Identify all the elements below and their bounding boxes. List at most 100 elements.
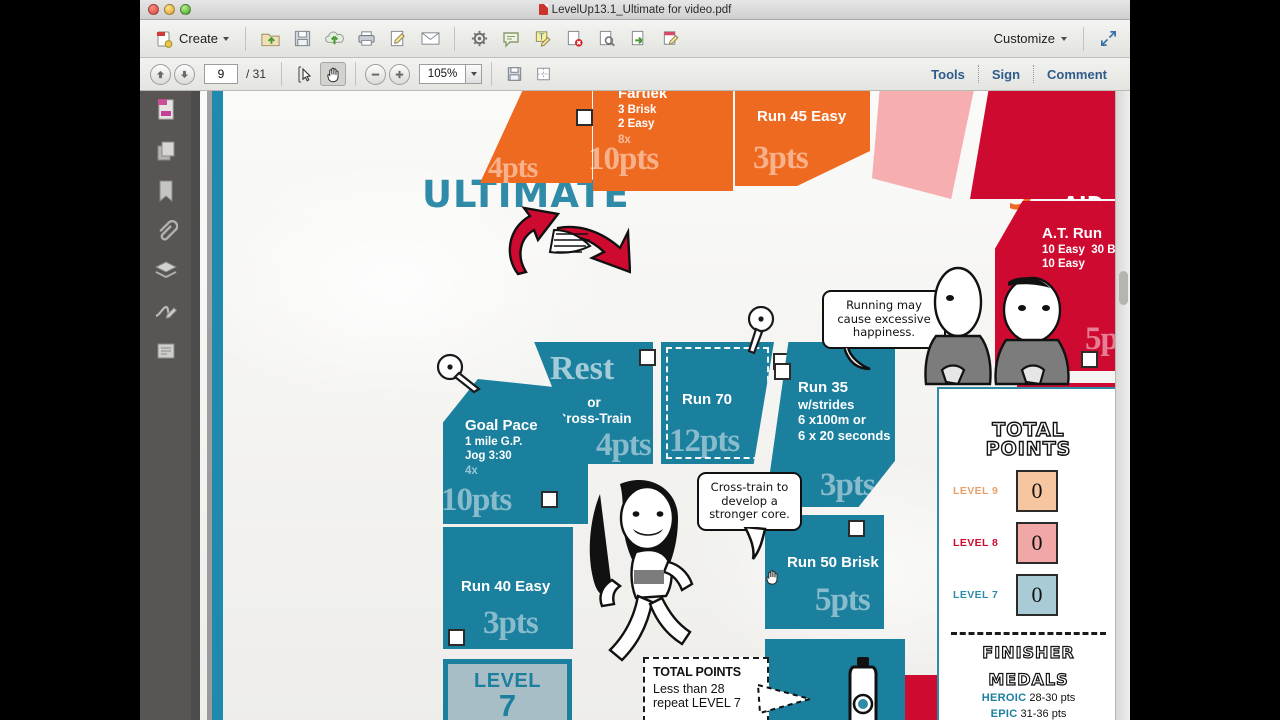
create-button[interactable]: Create	[148, 25, 235, 53]
inspect-page-button[interactable]	[593, 25, 621, 53]
fullscreen-button[interactable]	[1094, 25, 1122, 53]
next-page-button[interactable]	[174, 63, 195, 85]
screen: LevelUp13.1_Ultimate for video.pdf Creat…	[0, 0, 1280, 720]
tile-goal-pace-rep: 4x	[465, 465, 478, 477]
callout-line2: repeat LEVEL 7	[653, 696, 741, 710]
tile-run40easy-points: 3pts	[483, 605, 539, 641]
total-points-callout: TOTAL POINTS Less than 28 repeat LEVEL 7…	[643, 657, 769, 720]
bookmarks-icon	[159, 180, 172, 203]
aid-station-top-tile[interactable]	[970, 91, 1130, 199]
hand-tool-button[interactable]	[320, 62, 347, 86]
level8-value[interactable]: 0	[1016, 521, 1058, 564]
tile-goal-pace-sub: 1 mile G.P. Jog 3:30	[465, 436, 523, 462]
highlight-text-button[interactable]: T	[529, 25, 557, 53]
print-button[interactable]	[352, 25, 380, 53]
sidebar-item-bookmarks[interactable]	[140, 171, 191, 211]
save-snapshot-button[interactable]	[501, 62, 527, 86]
select-tool-button[interactable]	[291, 62, 317, 86]
window-title: LevelUp13.1_Ultimate for video.pdf	[140, 3, 1130, 16]
level-7-badge[interactable]: LEVEL 7 level descriptions click here	[443, 659, 572, 720]
sidebar-item-signatures[interactable]	[140, 291, 191, 331]
open-file-button[interactable]	[256, 25, 284, 53]
chevron-down-icon[interactable]	[223, 36, 230, 41]
tile-rest-blue-points: 4pts	[596, 427, 652, 463]
customize-button[interactable]: Customize	[988, 25, 1073, 53]
medal-heroic-range: 28-30 pts	[1029, 692, 1076, 705]
tile-fartlek-checkbox[interactable]	[576, 109, 593, 126]
upload-cloud-button[interactable]	[320, 25, 348, 53]
fit-page-button[interactable]	[530, 62, 556, 86]
open-file-icon	[260, 33, 280, 46]
sidebar-item-layers[interactable]	[140, 251, 191, 291]
tile-run45easy[interactable]: Run 45 Easy 3pts	[735, 91, 870, 186]
tile-run45easy-points: 3pts	[753, 140, 809, 176]
tile-run50brisk[interactable]: Run 50 Brisk 5pts	[765, 515, 884, 629]
comment-button[interactable]	[497, 25, 525, 53]
tile-fartlek-sub: 3 Brisk 2 Easy	[618, 104, 657, 130]
sidebar-item-pages[interactable]	[140, 131, 191, 171]
callout-line1: Less than 28	[653, 682, 725, 696]
save-button[interactable]	[288, 25, 316, 53]
sign-document-button[interactable]	[384, 25, 412, 53]
bubble-tail-icon	[844, 346, 871, 370]
settings-button[interactable]	[465, 25, 493, 53]
save-icon	[294, 30, 310, 47]
tile-at-run-title: A.T. Run	[1042, 225, 1102, 242]
finisher-medals-line1: FINISHER	[982, 642, 1075, 662]
medal-heroic: HEROIC 28-30 pts	[939, 692, 1118, 704]
sidebar-item-content[interactable]	[140, 331, 191, 371]
layers-icon	[154, 261, 177, 279]
tile-run50brisk-checkbox[interactable]	[848, 520, 865, 537]
tile-fartlek[interactable]: Fartlek 3 Brisk 2 Easy 8x 10pts	[576, 91, 733, 191]
customize-chevron-down-icon[interactable]	[1061, 36, 1067, 41]
level7-label: LEVEL 7	[953, 588, 999, 601]
previous-page-button[interactable]	[150, 63, 171, 85]
vertical-scrollbar-thumb[interactable]	[1119, 271, 1128, 305]
print-icon	[357, 31, 375, 46]
comment-panel-button[interactable]: Comment	[1034, 67, 1120, 82]
tile-top-4pts[interactable]: 4pts	[480, 91, 592, 183]
zoom-in-button[interactable]	[389, 63, 411, 85]
tools-button[interactable]: Tools	[918, 67, 978, 82]
window-title-bar: LevelUp13.1_Ultimate for video.pdf	[140, 0, 1130, 20]
zoom-level-input[interactable]: 105%	[419, 64, 466, 84]
tile-run70[interactable]: Run 70 12pts	[661, 342, 774, 464]
sidebar-item-attachments[interactable]	[140, 211, 191, 251]
delete-page-button[interactable]	[561, 25, 589, 53]
email-icon	[421, 32, 440, 45]
delete-page-icon	[567, 30, 583, 47]
page-thumbnails-icon	[157, 99, 173, 120]
level-badge-number: 7	[498, 688, 517, 720]
sidebar-item-page-thumbnails[interactable]	[140, 91, 191, 131]
level9-value[interactable]: 0	[1016, 469, 1058, 512]
export-page-button[interactable]	[625, 25, 653, 53]
sign-button[interactable]: Sign	[979, 67, 1033, 82]
vertical-scrollbar[interactable]	[1115, 91, 1130, 720]
tile-fartlek-title: Fartlek	[618, 91, 668, 102]
callout-heading: TOTAL POINTS	[653, 665, 741, 679]
tile-run35-strides-sub: w/strides 6 x100m or 6 x 20 seconds	[798, 397, 891, 443]
medal-epic: EPIC 31-36 pts	[939, 708, 1118, 720]
hand-tool-icon	[326, 67, 339, 82]
edit-form-button[interactable]	[657, 25, 685, 53]
save-snapshot-icon	[507, 67, 521, 81]
tile-run35-strides-checkbox[interactable]	[774, 363, 791, 380]
tile-goal-pace-checkbox[interactable]	[541, 491, 558, 508]
zoom-out-button[interactable]	[365, 63, 387, 85]
tile-run40easy-checkbox[interactable]	[448, 629, 465, 646]
total-points-divider	[951, 631, 1106, 635]
level9-label: LEVEL 9	[953, 484, 999, 497]
pdf-page[interactable]: ULTIMATE 4pts Fartlek 3 Brisk 2 Easy 8x …	[200, 91, 1130, 720]
page-number-input[interactable]: 9	[204, 64, 238, 84]
zoom-out-icon	[371, 73, 380, 76]
tile-rest-blue-checkbox[interactable]	[639, 349, 656, 366]
tile-rest-blue-title: Rest	[550, 350, 615, 387]
fullscreen-icon	[1100, 30, 1116, 47]
email-button[interactable]	[416, 25, 444, 53]
finisher-medals-line2: MEDALS	[988, 669, 1069, 689]
level7-value[interactable]: 0	[1016, 573, 1058, 616]
customize-label: Customize	[993, 31, 1055, 46]
document-canvas[interactable]: ULTIMATE 4pts Fartlek 3 Brisk 2 Easy 8x …	[191, 91, 1130, 720]
tile-run35-strides-title: Run 35	[798, 379, 849, 396]
zoom-dropdown-button[interactable]	[465, 64, 483, 84]
